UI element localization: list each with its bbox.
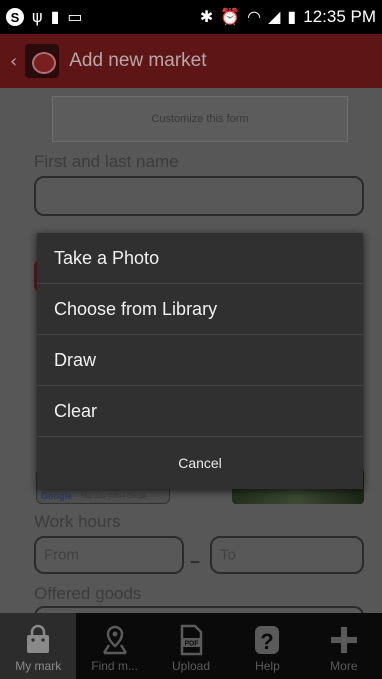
pdf-icon: PDF bbox=[180, 624, 203, 656]
shopping-bag-icon bbox=[27, 624, 50, 653]
from-placeholder: From bbox=[44, 546, 79, 564]
choose-library-option[interactable]: Choose from Library bbox=[37, 284, 363, 335]
to-field[interactable]: To bbox=[210, 536, 364, 574]
svg-text:?: ? bbox=[261, 629, 274, 654]
customize-form-button[interactable]: Customize this form bbox=[52, 96, 348, 142]
page-title: Add new market bbox=[69, 50, 207, 71]
question-icon: ? bbox=[255, 626, 280, 654]
wifi-icon: ◠ bbox=[247, 7, 262, 26]
clear-option[interactable]: Clear bbox=[37, 386, 363, 437]
app-bar: ‹ Add new market bbox=[0, 34, 382, 88]
app-logo[interactable] bbox=[25, 44, 60, 78]
image-source-dialog: Take a Photo Choose from Library Draw Cl… bbox=[37, 233, 363, 489]
back-chevron-icon[interactable]: ‹ bbox=[10, 51, 17, 72]
map-brand: Google bbox=[41, 491, 72, 501]
battery-full-icon: ▮ bbox=[50, 7, 60, 26]
tab-upload[interactable]: PDF Upload bbox=[153, 613, 229, 679]
to-placeholder: To bbox=[220, 546, 236, 564]
battery-icon: ▮ bbox=[287, 7, 297, 26]
voicemail-icon: ▭ bbox=[67, 7, 83, 26]
bluetooth-icon: ✱ bbox=[199, 7, 214, 26]
offered-goods-label: Offered goods bbox=[34, 584, 142, 603]
map-credit: Map data ©2014 Google bbox=[81, 494, 147, 500]
from-field[interactable]: From bbox=[34, 536, 184, 574]
tab-label: More bbox=[330, 659, 358, 673]
alarm-icon: ⏰ bbox=[220, 7, 241, 26]
name-field[interactable] bbox=[34, 176, 364, 216]
tab-label: Upload bbox=[172, 659, 211, 673]
work-hours-label: Work hours bbox=[34, 512, 121, 531]
tab-label: Find m... bbox=[91, 659, 138, 673]
signal-icon: ◢ bbox=[268, 7, 281, 26]
usb-icon: ψ bbox=[32, 7, 43, 26]
take-photo-option[interactable]: Take a Photo bbox=[37, 233, 363, 284]
tab-label: My mark bbox=[15, 659, 62, 673]
draw-option[interactable]: Draw bbox=[37, 335, 363, 386]
tab-find-market[interactable]: Find m... bbox=[76, 613, 152, 679]
status-time: 12:35 PM bbox=[303, 7, 376, 26]
tab-my-market[interactable]: My mark bbox=[0, 613, 77, 679]
cancel-button[interactable]: Cancel bbox=[37, 437, 363, 489]
name-label: First and last name bbox=[34, 152, 179, 171]
status-bar: S ψ ▮ ▭ ✱ ⏰ ◠ ◢ ▮ 12:35 PM bbox=[0, 0, 382, 34]
time-range-dash: – bbox=[190, 551, 201, 571]
skype-icon: S bbox=[6, 8, 24, 26]
bottom-tab-bar: My mark Find m... PDF Upload ? Help More bbox=[0, 613, 382, 679]
tab-more[interactable]: More bbox=[306, 613, 382, 679]
tab-help[interactable]: ? Help bbox=[229, 613, 305, 679]
tab-label: Help bbox=[255, 659, 280, 673]
plus-icon bbox=[330, 627, 357, 653]
svg-text:PDF: PDF bbox=[185, 641, 200, 648]
map-pin-icon bbox=[102, 625, 127, 655]
